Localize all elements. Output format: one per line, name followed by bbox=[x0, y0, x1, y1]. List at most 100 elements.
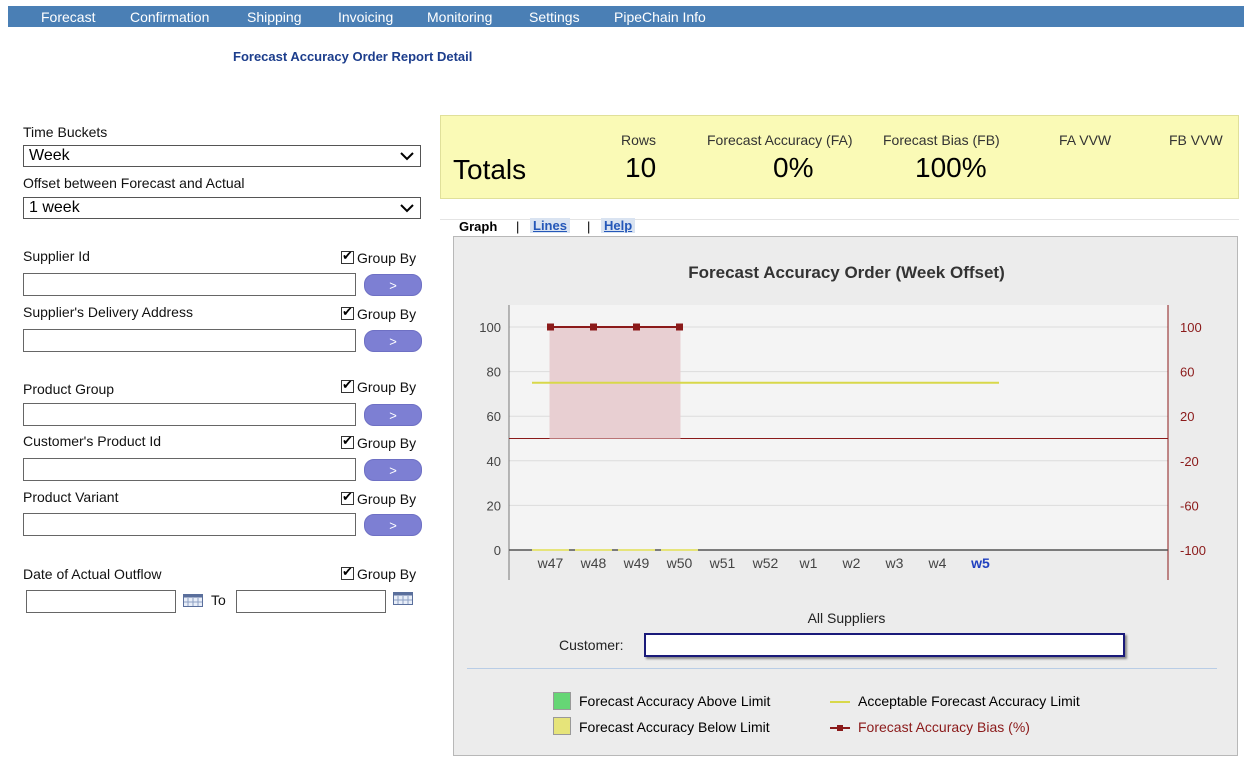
date-outflow-label: Date of Actual Outflow bbox=[23, 566, 162, 582]
product-variant-label: Product Variant bbox=[23, 489, 119, 505]
date-from-input[interactable] bbox=[26, 590, 176, 613]
calendar-icon[interactable] bbox=[393, 592, 413, 605]
graph-panel: Forecast Accuracy Order (Week Offset) 02… bbox=[453, 236, 1238, 756]
bar-below-limit bbox=[532, 549, 569, 551]
offset-label: Offset between Forecast and Actual bbox=[23, 175, 245, 191]
legend-above-swatch bbox=[553, 692, 571, 710]
fa-header: Forecast Accuracy (FA) bbox=[707, 132, 853, 148]
to-label: To bbox=[211, 592, 226, 608]
group-by-label: Group By bbox=[357, 491, 417, 507]
supplier-id-label: Supplier Id bbox=[23, 248, 90, 264]
chevron-down-icon bbox=[400, 146, 414, 171]
bias-point bbox=[676, 323, 683, 331]
y-right-tick-label: -100 bbox=[1180, 543, 1206, 558]
time-buckets-label: Time Buckets bbox=[23, 124, 108, 140]
customer-product-group-by[interactable]: Group By bbox=[341, 433, 416, 451]
y-right-tick-label: 100 bbox=[1180, 320, 1202, 335]
legend-bias-swatch bbox=[830, 725, 850, 731]
legend-limit-swatch bbox=[830, 701, 850, 703]
product-group-go-button[interactable]: > bbox=[364, 404, 422, 426]
nav-invoicing[interactable]: Invoicing bbox=[338, 9, 393, 25]
x-tick-label: w4 bbox=[928, 555, 947, 571]
tab-graph[interactable]: Graph bbox=[459, 219, 497, 234]
nav-settings[interactable]: Settings bbox=[529, 9, 580, 25]
top-nav-bar: Forecast Confirmation Shipping Invoicing… bbox=[8, 6, 1244, 27]
checkbox-checked-icon[interactable] bbox=[341, 564, 354, 580]
rows-header: Rows bbox=[621, 132, 657, 148]
product-variant-group-by[interactable]: Group By bbox=[341, 489, 417, 507]
nav-shipping[interactable]: Shipping bbox=[247, 9, 302, 25]
time-buckets-select[interactable]: Week bbox=[23, 145, 421, 167]
calendar-icon[interactable] bbox=[183, 594, 203, 607]
product-variant-go-button[interactable]: > bbox=[364, 514, 422, 536]
customer-input[interactable] bbox=[644, 633, 1125, 657]
supplier-id-input[interactable] bbox=[23, 273, 356, 296]
fb-value: 100% bbox=[915, 152, 987, 183]
chevron-down-icon bbox=[400, 198, 414, 223]
fa-value: 0% bbox=[773, 152, 814, 183]
x-tick-label: w52 bbox=[752, 555, 779, 571]
customer-label: Customer: bbox=[559, 637, 624, 653]
date-to-input[interactable] bbox=[236, 590, 386, 613]
y-left-tick-label: 0 bbox=[494, 543, 501, 558]
y-right-tick-label: 20 bbox=[1180, 409, 1194, 424]
supplier-address-go-button[interactable]: > bbox=[364, 330, 422, 352]
x-tick-label: w50 bbox=[666, 555, 693, 571]
totals-label: Totals bbox=[453, 154, 527, 185]
customer-product-label: Customer's Product Id bbox=[23, 433, 162, 449]
product-variant-input[interactable] bbox=[23, 513, 356, 536]
group-by-label: Group By bbox=[357, 566, 417, 582]
tab-lines[interactable]: Lines bbox=[530, 218, 570, 233]
x-tick-label: w47 bbox=[537, 555, 564, 571]
group-by-label: Group By bbox=[357, 306, 417, 322]
checkbox-checked-icon[interactable] bbox=[341, 377, 354, 393]
x-tick-label: w51 bbox=[709, 555, 736, 571]
supplier-id-go-button[interactable]: > bbox=[364, 274, 422, 296]
fb-vvw-header: FB VVW bbox=[1169, 132, 1223, 148]
chart-subtitle: All Suppliers bbox=[807, 610, 886, 626]
checkbox-checked-icon[interactable] bbox=[341, 304, 354, 320]
y-left-tick-label: 40 bbox=[487, 454, 501, 469]
y-left-tick-label: 100 bbox=[479, 320, 501, 335]
offset-value: 1 week bbox=[29, 199, 80, 216]
legend-below-label: Forecast Accuracy Below Limit bbox=[579, 719, 770, 735]
customer-product-go-button[interactable]: > bbox=[364, 459, 422, 481]
bias-point bbox=[547, 323, 554, 331]
y-right-tick-label: -60 bbox=[1180, 498, 1199, 513]
checkbox-checked-icon[interactable] bbox=[341, 489, 354, 505]
tab-separator: | bbox=[516, 219, 520, 234]
nav-pipechain-info[interactable]: PipeChain Info bbox=[614, 9, 706, 25]
group-by-label: Group By bbox=[357, 250, 417, 266]
legend-bias-label: Forecast Accuracy Bias (%) bbox=[858, 719, 1030, 735]
product-group-input[interactable] bbox=[23, 403, 356, 426]
legend-divider bbox=[467, 668, 1217, 669]
legend-above-label: Forecast Accuracy Above Limit bbox=[579, 693, 771, 709]
x-tick-label: w5 bbox=[970, 555, 990, 571]
customer-product-input[interactable] bbox=[23, 458, 356, 481]
offset-select[interactable]: 1 week bbox=[23, 197, 421, 219]
product-group-group-by[interactable]: Group By bbox=[341, 377, 417, 395]
tab-separator: | bbox=[587, 219, 591, 234]
checkbox-checked-icon[interactable] bbox=[341, 433, 354, 449]
rows-value: 10 bbox=[625, 152, 657, 183]
fb-header: Forecast Bias (FB) bbox=[883, 132, 1000, 148]
supplier-address-group-by[interactable]: Group By bbox=[341, 304, 417, 322]
nav-monitoring[interactable]: Monitoring bbox=[427, 9, 492, 25]
nav-confirmation[interactable]: Confirmation bbox=[130, 9, 209, 25]
y-left-tick-label: 60 bbox=[487, 409, 501, 424]
bias-point bbox=[633, 323, 640, 331]
checkbox-checked-icon[interactable] bbox=[341, 248, 354, 264]
bias-point bbox=[590, 323, 597, 331]
x-tick-label: w2 bbox=[842, 555, 861, 571]
group-by-label: Group By bbox=[357, 379, 417, 395]
date-outflow-group-by[interactable]: Group By bbox=[341, 564, 417, 582]
x-tick-label: w3 bbox=[885, 555, 904, 571]
tab-help[interactable]: Help bbox=[601, 218, 636, 233]
nav-forecast[interactable]: Forecast bbox=[41, 9, 95, 25]
legend-limit-label: Acceptable Forecast Accuracy Limit bbox=[858, 693, 1080, 709]
supplier-id-group-by[interactable]: Group By bbox=[341, 248, 417, 266]
supplier-address-input[interactable] bbox=[23, 329, 356, 352]
product-group-label: Product Group bbox=[23, 381, 115, 397]
totals-panel: Totals Rows 10 Forecast Accuracy (FA) 0%… bbox=[440, 115, 1239, 199]
bar-below-limit bbox=[661, 549, 698, 551]
